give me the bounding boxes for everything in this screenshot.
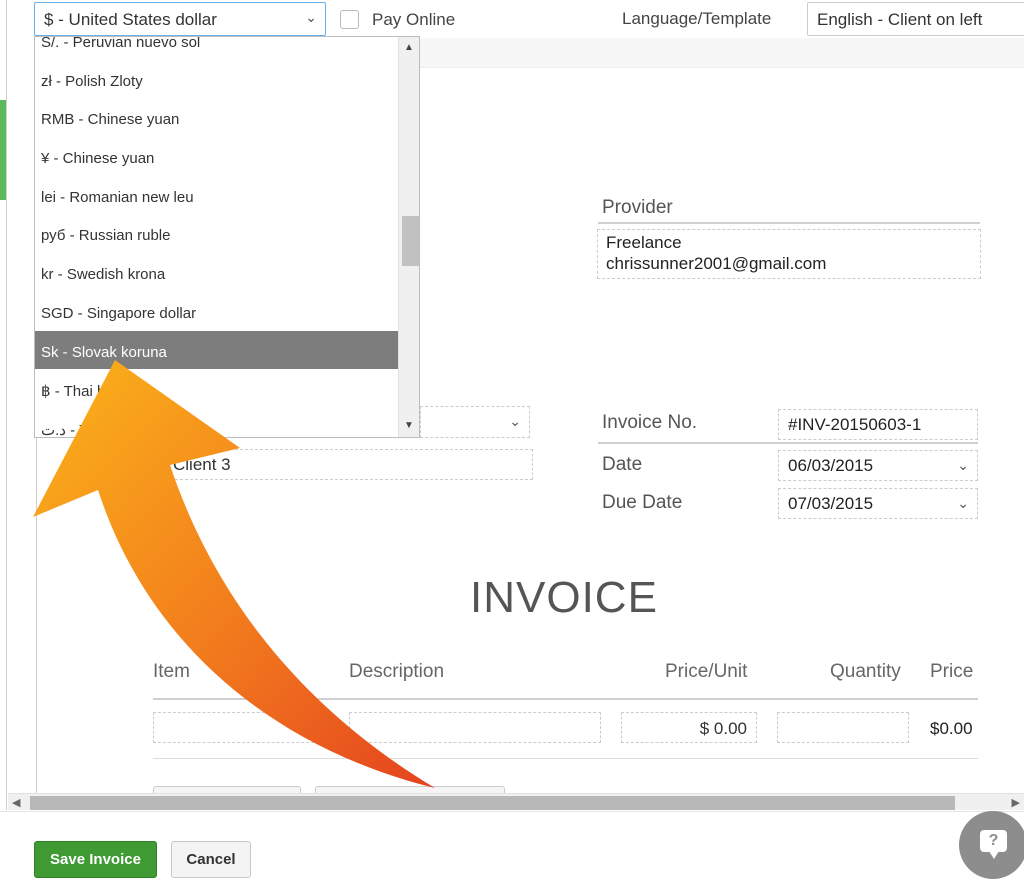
currency-option[interactable]: SGD - Singapore dollar <box>35 292 399 331</box>
currency-option[interactable]: kr - Swedish krona <box>35 253 399 292</box>
provider-name: Freelance <box>606 233 682 252</box>
language-template-label: Language/Template <box>622 9 772 28</box>
currency-option[interactable]: ¥ - Chinese yuan <box>35 137 399 176</box>
currency-option[interactable]: ฿ - Thai baht <box>35 369 399 408</box>
invoice-editor-page: $ - United States dollar ⌄ Pay Online La… <box>0 0 1024 880</box>
due-date-value: 07/03/2015 <box>788 494 874 513</box>
scroll-left-icon[interactable]: ◀ <box>12 796 20 809</box>
provider-label: Provider <box>602 197 673 218</box>
scroll-down-icon[interactable]: ▼ <box>404 420 414 431</box>
row-price-value: $0.00 <box>930 719 973 738</box>
language-template-select[interactable]: English - Client on left <box>807 2 1024 36</box>
provider-email: chrissunner2001@gmail.com <box>606 254 827 273</box>
currency-select-value: $ - United States dollar <box>44 10 217 29</box>
pay-online-label: Pay Online <box>372 10 456 29</box>
description-input[interactable] <box>349 712 601 743</box>
left-border <box>6 0 7 810</box>
invoice-number-label: Invoice No. <box>602 412 698 433</box>
meta-divider <box>598 442 978 444</box>
language-template-value: English - Client on left <box>817 10 983 29</box>
dropdown-scroll-thumb[interactable] <box>402 216 419 266</box>
currency-option[interactable]: RMB - Chinese yuan <box>35 98 399 137</box>
due-date-label: Due Date <box>602 492 683 513</box>
column-header-quantity: Quantity <box>830 661 901 682</box>
provider-field[interactable]: Freelance chrissunner2001@gmail.com <box>597 229 981 279</box>
column-header-price: Price <box>930 661 974 682</box>
due-date-picker[interactable]: 07/03/2015 ⌄ <box>778 488 978 519</box>
date-picker[interactable]: 06/03/2015 ⌄ <box>778 450 978 481</box>
chevron-down-icon: ⌄ <box>957 457 969 473</box>
chevron-down-icon: ⌄ <box>509 413 521 429</box>
currency-option[interactable]: руб - Russian ruble <box>35 214 399 253</box>
green-accent-bar <box>0 100 6 200</box>
date-value: 06/03/2015 <box>788 456 874 475</box>
invoice-paper-top <box>420 38 1024 68</box>
cancel-button[interactable]: Cancel <box>171 841 251 878</box>
horizontal-scroll-thumb[interactable] <box>30 796 955 810</box>
currency-dropdown-list[interactable]: S/. - Peruvian nuevo sol zł - Polish Zlo… <box>34 36 420 438</box>
quantity-input[interactable] <box>777 712 909 743</box>
column-header-item: Item <box>153 661 190 682</box>
scroll-up-icon[interactable]: ▲ <box>404 42 414 53</box>
currency-option[interactable]: د.ت - Tunisian dinar <box>35 408 399 437</box>
column-header-price-unit: Price/Unit <box>665 661 748 682</box>
invoice-title: INVOICE <box>470 573 658 622</box>
price-unit-input[interactable]: $ 0.00 <box>621 712 757 743</box>
chevron-down-icon: ⌄ <box>957 495 969 511</box>
currency-option[interactable]: lei - Romanian new leu <box>35 176 399 215</box>
save-invoice-button[interactable]: Save Invoice <box>34 841 157 878</box>
currency-option[interactable]: zł - Polish Zloty <box>35 60 399 99</box>
currency-option-highlighted[interactable]: Sk - Slovak koruna <box>35 330 399 370</box>
client-select[interactable]: ⌄ <box>420 406 530 438</box>
help-icon: ? <box>980 830 1007 859</box>
currency-option[interactable]: S/. - Peruvian nuevo sol <box>35 37 399 60</box>
invoice-paper-edge <box>36 430 37 795</box>
row-divider <box>153 758 978 759</box>
currency-select[interactable]: $ - United States dollar ⌄ <box>34 2 326 36</box>
table-header-divider <box>153 698 978 700</box>
dropdown-scrollbar[interactable]: ▲ ▼ <box>398 37 419 437</box>
item-input[interactable] <box>153 712 329 743</box>
pay-online-checkbox[interactable] <box>340 10 359 29</box>
date-label: Date <box>602 454 643 475</box>
column-header-description: Description <box>349 661 445 682</box>
scroll-right-icon[interactable]: ▶ <box>1012 796 1020 809</box>
client-field[interactable]: Client 3 <box>160 449 533 480</box>
invoice-number-field[interactable]: #INV-20150603-1 <box>778 409 978 440</box>
horizontal-scrollbar[interactable]: ◀ ▶ <box>8 793 1024 810</box>
help-chat-button[interactable]: ? <box>959 811 1024 879</box>
provider-divider <box>598 222 980 224</box>
chevron-down-icon: ⌄ <box>305 9 317 25</box>
